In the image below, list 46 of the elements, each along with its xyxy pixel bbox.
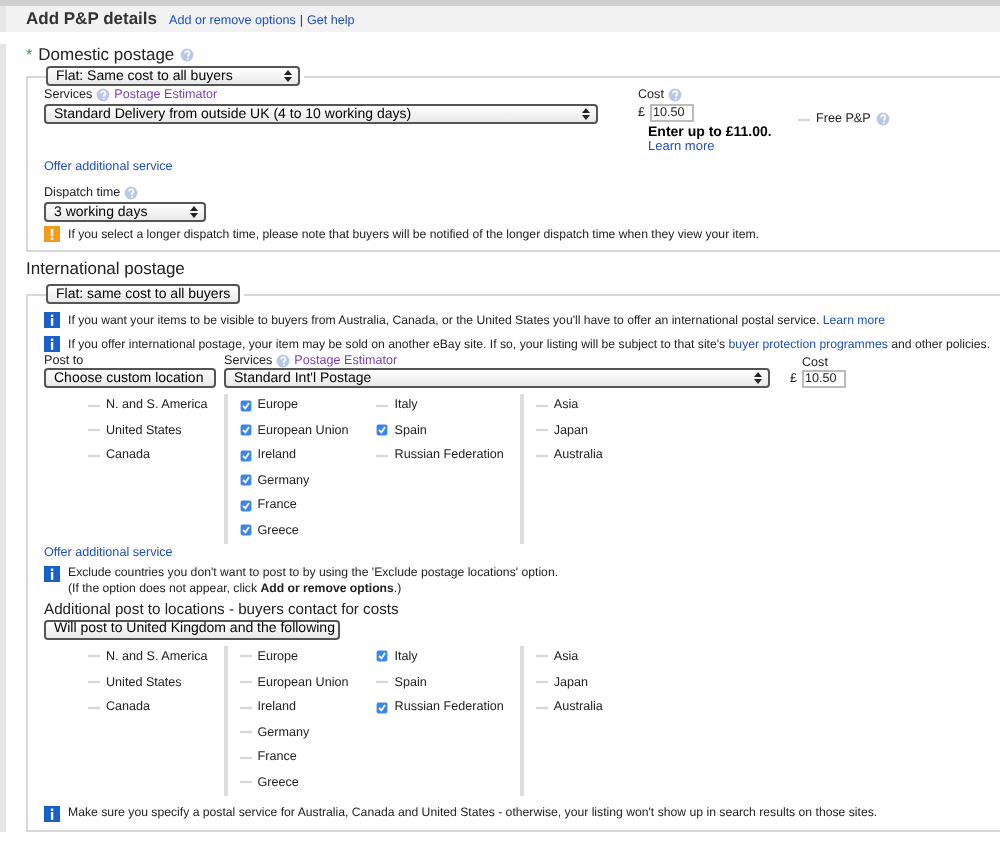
checkbox[interactable] [239,499,252,512]
help-icon[interactable] [876,112,891,126]
required-mark: * [26,45,33,63]
checkbox[interactable] [239,449,252,462]
checkbox[interactable] [239,705,252,710]
checkbox[interactable] [535,654,548,659]
checkbox[interactable] [535,453,548,458]
checkbox[interactable] [376,453,389,458]
checkbox[interactable] [239,780,252,785]
checkbox[interactable] [88,654,100,659]
help-icon[interactable] [180,47,195,61]
info-icon [44,805,60,822]
checkbox[interactable] [239,474,252,487]
help-icon[interactable] [124,186,139,200]
help-icon[interactable] [276,354,291,368]
checkbox[interactable] [239,424,252,437]
caret-icon [582,108,590,120]
checkbox[interactable] [376,424,389,437]
section-title: International postage [26,258,185,278]
caret-icon [284,70,292,82]
info-icon [44,565,60,582]
checkbox[interactable] [376,701,389,714]
checkbox[interactable] [239,680,252,685]
checkbox[interactable] [88,705,100,710]
checkbox[interactable] [88,453,100,458]
caret-icon [754,372,762,384]
warning-icon [44,226,60,242]
checkbox[interactable] [88,428,100,433]
info-icon [44,312,60,328]
checkbox[interactable] [239,730,252,735]
checkbox[interactable] [239,399,252,411]
section-title: Domestic postage [38,44,175,64]
checkbox[interactable] [535,428,548,433]
checkbox[interactable] [88,680,100,685]
info-icon [44,336,60,352]
help-icon[interactable] [667,88,682,102]
page-title: Add P&P details [26,8,157,28]
checkbox[interactable] [376,650,389,663]
checkbox[interactable] [239,524,252,537]
checkbox[interactable] [239,654,252,659]
checkbox[interactable] [535,680,548,685]
checkbox[interactable] [376,680,389,685]
help-icon[interactable] [96,88,111,102]
caret-icon [190,206,198,218]
checkbox[interactable] [239,755,252,760]
checkbox[interactable] [535,705,548,710]
